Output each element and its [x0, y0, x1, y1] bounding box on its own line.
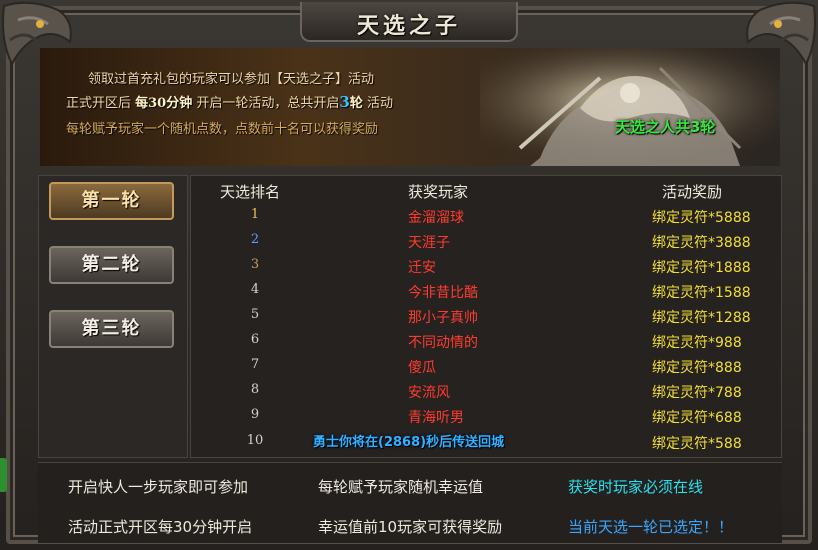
table-row: 4 今非昔比酷 绑定灵符*1588	[0, 282, 818, 307]
player-name: 安流风	[408, 385, 450, 401]
title-plate: 天选之子	[300, 2, 518, 42]
rank-cell: 2	[250, 232, 260, 247]
table-row: 3 迁安 绑定灵符*1888	[0, 257, 818, 282]
rank-cell: 5	[250, 307, 260, 322]
window-title: 天选之子	[356, 13, 461, 39]
player-name: 天涯子	[408, 235, 450, 251]
header-player: 获奖玩家	[408, 183, 469, 201]
player-name: 不同动情的	[408, 335, 478, 351]
reward-cell: 绑定灵符*688	[652, 410, 742, 426]
intro-line-2-e: 活动	[362, 96, 393, 111]
table-row: 8 安流风 绑定灵符*788	[0, 382, 818, 407]
reward-cell: 绑定灵符*1888	[652, 260, 751, 276]
reward-cell: 绑定灵符*588	[652, 436, 742, 452]
table-row: 2 天涯子 绑定灵符*3888	[0, 232, 818, 257]
reward-cell: 绑定灵符*3888	[652, 235, 751, 251]
warrior-illustration	[480, 48, 780, 166]
reward-cell: 绑定灵符*5888	[652, 210, 751, 226]
rule-text: 活动正式开区每30分钟开启	[68, 518, 253, 536]
reward-cell: 绑定灵符*788	[652, 385, 742, 401]
player-name: 金溜溜球	[408, 210, 464, 226]
side-tab-handle[interactable]	[0, 458, 7, 492]
reward-cell: 绑定灵符*1588	[652, 285, 751, 301]
round-count-highlight: 3	[339, 93, 350, 111]
online-requirement-text: 获奖时玩家必须在线	[568, 478, 704, 496]
rank-cell: 4	[250, 282, 260, 297]
table-row: 7 傻瓜 绑定灵符*888	[0, 357, 818, 382]
round-status-text: 当前天选一轮已选定！！	[568, 518, 734, 536]
header-reward: 活动奖励	[662, 183, 723, 201]
reward-cell: 绑定灵符*1288	[652, 310, 751, 326]
intro-line-2: 正式开区后 每30分钟 开启一轮活动，总共开启3轮 活动	[66, 92, 393, 111]
rank-cell: 3	[250, 257, 260, 272]
player-name: 傻瓜	[408, 360, 436, 376]
rank-cell: 10	[246, 433, 264, 448]
player-name: 那小子真帅	[408, 310, 478, 326]
rule-text: 每轮赋予玩家随机幸运值	[318, 478, 484, 496]
rank-cell: 1	[250, 207, 260, 222]
round-unit-highlight: 轮	[349, 96, 363, 111]
rank-cell: 8	[250, 382, 260, 397]
reward-cell: 绑定灵符*988	[652, 335, 742, 351]
header-rank: 天选排名	[220, 183, 281, 201]
teleport-notice: 勇士你将在(2868)秒后传送回城	[313, 435, 505, 450]
round-total-label: 天选之人共3轮	[615, 118, 716, 136]
table-row: 6 不同动情的 绑定灵符*988	[0, 332, 818, 357]
event-banner: 领取过首充礼包的玩家可以参加【天选之子】活动 正式开区后 每30分钟 开启一轮活…	[40, 48, 780, 166]
player-name: 迁安	[408, 260, 436, 276]
rule-text: 幸运值前10玩家可获得奖励	[318, 518, 503, 536]
table-row: 5 那小子真帅 绑定灵符*1288	[0, 307, 818, 332]
rank-cell: 7	[250, 357, 260, 372]
intro-line-3: 每轮赋予玩家一个随机点数，点数前十名可以获得奖励	[66, 122, 379, 137]
intro-line-2-a: 正式开区后	[66, 96, 136, 111]
rank-cell: 6	[250, 332, 260, 347]
table-row: 1 金溜溜球 绑定灵符*5888	[0, 207, 818, 232]
intro-line-2-c: 开启一轮活动，总共开启	[192, 96, 340, 111]
rule-text: 开启快人一步玩家即可参加	[68, 478, 249, 496]
player-name: 青海听男	[408, 410, 464, 426]
reward-cell: 绑定灵符*888	[652, 360, 742, 376]
interval-highlight: 每30分钟	[135, 96, 193, 111]
player-name: 今非昔比酷	[408, 285, 478, 301]
table-row: 9 青海听男 绑定灵符*688	[0, 407, 818, 432]
rank-cell: 9	[250, 407, 260, 422]
intro-line-1: 领取过首充礼包的玩家可以参加【天选之子】活动	[88, 72, 375, 87]
